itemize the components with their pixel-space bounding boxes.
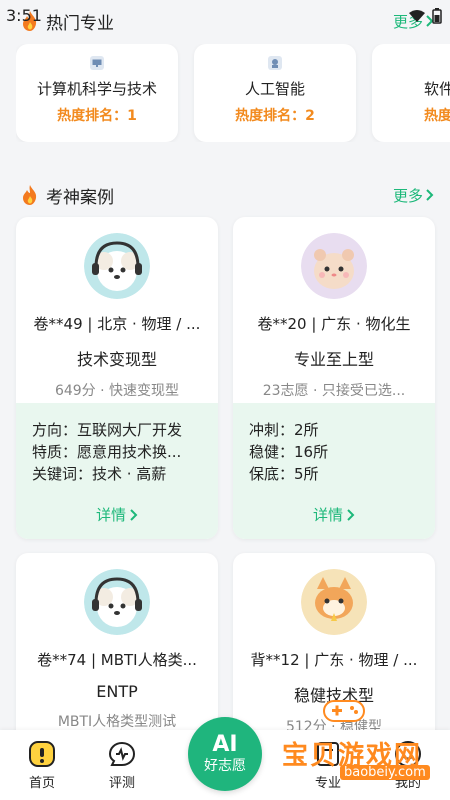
dog-avatar xyxy=(84,233,150,299)
case-meta: 卷**20 | 广东 · 物化生 xyxy=(257,315,411,333)
chevron-right-icon xyxy=(347,508,355,521)
ai-advisor-button[interactable]: AI 好志愿 xyxy=(188,717,262,791)
case-detail-line: 特质：愿意用技术换... xyxy=(32,443,182,461)
status-bar: 3:51 xyxy=(0,0,450,36)
hot-major-rank: 热度排名：2 xyxy=(235,108,315,124)
case-type: ENTP xyxy=(96,682,138,701)
tab-home[interactable]: 首页 xyxy=(12,740,72,791)
hot-major-card[interactable]: 计算机科学与技术 热度排名：1 xyxy=(16,44,178,142)
case-header: 考神案例 更多 xyxy=(20,181,434,209)
hot-major-rank: 热度排 xyxy=(424,108,450,124)
hot-major-card[interactable]: 软件 热度排 xyxy=(372,44,450,142)
hot-major-name: 人工智能 xyxy=(244,80,305,98)
detail-label: 详情 xyxy=(312,506,343,524)
hot-majors-list: 计算机科学与技术 热度排名：1 人工智能 热度排名：2 软件 热度排 xyxy=(16,44,450,142)
gamepad-icon xyxy=(323,700,365,722)
case-more-link[interactable]: 更多 xyxy=(393,185,434,206)
hamster-avatar xyxy=(301,233,367,299)
case-detail-line: 关键词：技术 · 高薪 xyxy=(32,465,167,483)
case-meta: 背**12 | 广东 · 物理 / ... xyxy=(250,651,418,669)
heart-chat-icon xyxy=(108,741,136,766)
watermark-url: baobeiy.com xyxy=(340,765,430,780)
case-detail-line: 保底：5所 xyxy=(249,465,319,483)
more-label: 更多 xyxy=(392,186,423,205)
case-type: 专业至上型 xyxy=(293,350,374,369)
wifi-icon xyxy=(409,10,425,22)
fire-icon xyxy=(23,185,37,205)
case-card[interactable]: 卷**74 | MBTI人格类... ENTP MBTI人格类型测试 xyxy=(16,553,218,753)
tab-label: 首页 xyxy=(28,776,55,791)
dog-avatar xyxy=(84,569,150,635)
cat-avatar xyxy=(301,569,367,635)
case-detail-line: 稳健：16所 xyxy=(249,443,329,461)
status-icons xyxy=(408,8,442,24)
case-type: 技术变现型 xyxy=(76,350,157,369)
chevron-right-icon xyxy=(130,508,138,521)
detail-link[interactable]: 详情 xyxy=(233,504,435,525)
robot-icon xyxy=(268,56,282,70)
case-detail-line: 方向：互联网大厂开发 xyxy=(32,421,183,439)
case-subtitle: 23志愿 · 只接受已选... xyxy=(262,383,406,399)
monitor-icon xyxy=(90,56,104,70)
ai-button-subtitle: 好志愿 xyxy=(204,758,246,774)
case-detail-line: 冲刺：2所 xyxy=(249,421,319,439)
home-icon xyxy=(29,741,55,767)
tab-assess[interactable]: 评测 xyxy=(92,740,152,791)
chevron-right-icon xyxy=(426,189,434,201)
ai-button-title: AI xyxy=(212,732,238,757)
case-card[interactable]: 卷**20 | 广东 · 物化生 专业至上型 23志愿 · 只接受已选... 冲… xyxy=(233,217,435,539)
watermark: 宝贝游戏网 baobeiy.com xyxy=(282,700,442,780)
hot-major-rank: 热度排名：1 xyxy=(57,108,137,124)
case-title: 考神案例 xyxy=(46,187,114,208)
tab-label: 评测 xyxy=(108,776,135,791)
case-subtitle: MBTI人格类型测试 xyxy=(57,714,177,730)
detail-label: 详情 xyxy=(95,506,126,524)
hot-major-name: 软件 xyxy=(424,80,450,98)
hot-major-name: 计算机科学与技术 xyxy=(36,80,157,98)
battery-icon xyxy=(432,8,442,24)
status-time: 3:51 xyxy=(6,6,42,25)
case-meta: 卷**74 | MBTI人格类... xyxy=(37,651,197,669)
hot-major-card[interactable]: 人工智能 热度排名：2 xyxy=(194,44,356,142)
case-meta: 卷**49 | 北京 · 物理 / ... xyxy=(33,315,201,333)
detail-link[interactable]: 详情 xyxy=(16,504,218,525)
case-card[interactable]: 卷**49 | 北京 · 物理 / ... 技术变现型 649分 · 快速变现型… xyxy=(16,217,218,539)
case-subtitle: 649分 · 快速变现型 xyxy=(54,383,180,399)
